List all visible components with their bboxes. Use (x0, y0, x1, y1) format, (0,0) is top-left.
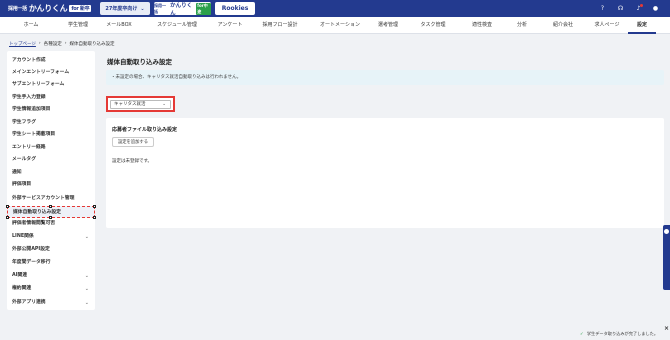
sidebar-item-ai[interactable]: AI関連 ⌄ (7, 270, 95, 282)
chevron-down-icon: ⌄ (140, 5, 145, 12)
chat-icon (664, 229, 669, 234)
add-setting-button[interactable]: 設定を追加する (112, 137, 154, 147)
sidebar-item-evaluation[interactable]: 評価項目 (7, 179, 95, 191)
selection-handle (6, 205, 9, 208)
product-a-tag: for中途 (196, 2, 211, 15)
year-selector[interactable]: 27年度卒向け ⌄ (100, 2, 150, 15)
product-a-small-text: 採用一括 (154, 2, 166, 14)
chevron-down-icon: ⌄ (84, 273, 89, 279)
nav-job-page[interactable]: 求人ページ (586, 17, 628, 34)
app-logo[interactable]: 採用一括 かんりくん for 新卒 (8, 3, 92, 14)
breadcrumb-current: 媒体自動取り込み設定 (69, 42, 115, 47)
select-highlight: キャリタス就活 ⌄ (106, 96, 175, 112)
sidebar-item-notifications[interactable]: 通知 (7, 167, 95, 179)
logo-small-text: 採用一括 (8, 6, 27, 12)
sidebar-item-label: LINE関係 (12, 234, 34, 239)
nav-flow-design[interactable]: 採用フロー設計 (250, 17, 310, 34)
sidebar-item-entry-routes[interactable]: エントリー経路 (7, 142, 95, 154)
logo-tag: for 新卒 (69, 5, 92, 12)
sidebar-item-line[interactable]: LINE関係 ⌄ (7, 231, 95, 243)
help-icon[interactable]: ? (599, 5, 606, 12)
import-settings-card: 応募者ファイル取り込み設定 設定を追加する 設定は未登録です。 (106, 118, 664, 228)
selection-handle (49, 205, 52, 208)
breadcrumb-home[interactable]: トップページ (9, 41, 36, 47)
nav-analytics[interactable]: 分析 (504, 17, 540, 34)
sidebar-item-app-integration[interactable]: 外部アプリ連携 ⌄ (7, 297, 95, 309)
sidebar-item-contracts[interactable]: 権約関連 ⌄ (7, 283, 95, 295)
nav-survey[interactable]: アンケート (210, 17, 250, 34)
breadcrumb-separator: › (64, 41, 67, 46)
side-panel-tab[interactable] (663, 225, 670, 290)
product-b-label: Rookies (221, 5, 249, 12)
card-title: 応募者ファイル取り込み設定 (112, 127, 178, 133)
page-title: 媒体自動取り込み設定 (107, 58, 172, 66)
product-a-main-text: かんりくん (170, 2, 193, 17)
sidebar-item-sheet-fields[interactable]: 学生シート掲載項目 (7, 129, 95, 141)
sidebar-item-label: 媒体自動取り込み設定 (13, 210, 61, 215)
sidebar-item-external-api[interactable]: 外部公開API設定 (7, 244, 95, 256)
sidebar-item-label: 権約関連 (12, 286, 32, 291)
nav-home[interactable]: ホーム (0, 17, 62, 34)
sidebar-item-external-accounts[interactable]: 外部サービスアカウント管理 (7, 193, 95, 205)
sidebar-item-year-migration[interactable]: 年度間データ移行 (7, 257, 95, 269)
main-nav: ホーム 学生管理 メールBOX スケジュール管理 アンケート 採用フロー設計 オ… (0, 17, 670, 34)
notice-banner: ・未設定の場合、キャリタス就活自動取り込みは行われません。 (106, 70, 664, 85)
support-icon[interactable]: ☊ (617, 5, 624, 12)
empty-state-text: 設定は未登録です。 (112, 159, 153, 164)
sidebar-item-mail-tags[interactable]: メールタグ (7, 154, 95, 166)
chevron-down-icon: ⌄ (84, 234, 89, 240)
toast-message: ✓ 学生データ取り込みが完了しました。 (580, 331, 658, 337)
check-icon: ✓ (580, 331, 584, 336)
sidebar-item-account[interactable]: アカウント作成 (7, 55, 95, 67)
notification-dot (640, 4, 643, 7)
settings-sidebar: アカウント作成 メインエントリーフォーム サブエントリーフォーム 学生手入力登録… (6, 51, 96, 310)
bell-icon[interactable]: ♪ (635, 4, 643, 12)
nav-students[interactable]: 学生管理 (62, 17, 94, 34)
sidebar-item-media-import[interactable]: 媒体自動取り込み設定 (6, 205, 96, 219)
sidebar-item-manual-registration[interactable]: 学生手入力登録 (7, 92, 95, 104)
sidebar-item-label: 外部アプリ連携 (12, 300, 46, 305)
nav-automation[interactable]: オートメーション (310, 17, 370, 34)
user-icon[interactable]: ● (652, 5, 659, 12)
breadcrumb-settings[interactable]: 各種設定 (44, 41, 62, 47)
sidebar-item-extra-fields[interactable]: 学生情報追加項目 (7, 104, 95, 116)
chevron-down-icon: ⌄ (84, 300, 89, 306)
sidebar-item-label: AI関連 (12, 273, 28, 278)
toast-close-icon[interactable]: × (664, 325, 669, 332)
sidebar-item-evaluator-visibility[interactable]: 評価者情報閲覧可否 (7, 218, 95, 230)
nav-selection[interactable]: 選考管理 (370, 17, 406, 34)
product-switch-chuto[interactable]: 採用一括 かんりくん for中途 (154, 2, 211, 17)
nav-tasks[interactable]: タスク管理 (406, 17, 460, 34)
nav-mailbox[interactable]: メールBOX (94, 17, 144, 34)
media-select[interactable]: キャリタス就活 ⌄ (110, 100, 171, 109)
media-select-value: キャリタス就活 (114, 102, 146, 107)
sidebar-item-main-entry-form[interactable]: メインエントリーフォーム (7, 67, 95, 79)
nav-settings[interactable]: 設定 (628, 17, 656, 34)
logo-main-text: かんりくん (28, 4, 68, 13)
year-selector-label: 27年度卒向け (105, 6, 138, 12)
breadcrumb: トップページ › 各種設定 › 媒体自動取り込み設定 (9, 41, 115, 47)
chevron-down-icon: ⌄ (162, 102, 166, 107)
sidebar-item-sub-entry-form[interactable]: サブエントリーフォーム (7, 79, 95, 91)
selection-handle (93, 205, 96, 208)
breadcrumb-separator: › (38, 41, 41, 46)
toast-text: 学生データ取り込みが完了しました。 (586, 331, 659, 336)
nav-schedule[interactable]: スケジュール管理 (144, 17, 210, 34)
nav-aptitude[interactable]: 適性検査 (460, 17, 504, 34)
product-switch-rookies[interactable]: Rookies (215, 2, 255, 15)
chevron-down-icon: ⌄ (84, 286, 89, 292)
sidebar-item-student-flags[interactable]: 学生フラグ (7, 117, 95, 129)
nav-agencies[interactable]: 紹介会社 (540, 17, 586, 34)
